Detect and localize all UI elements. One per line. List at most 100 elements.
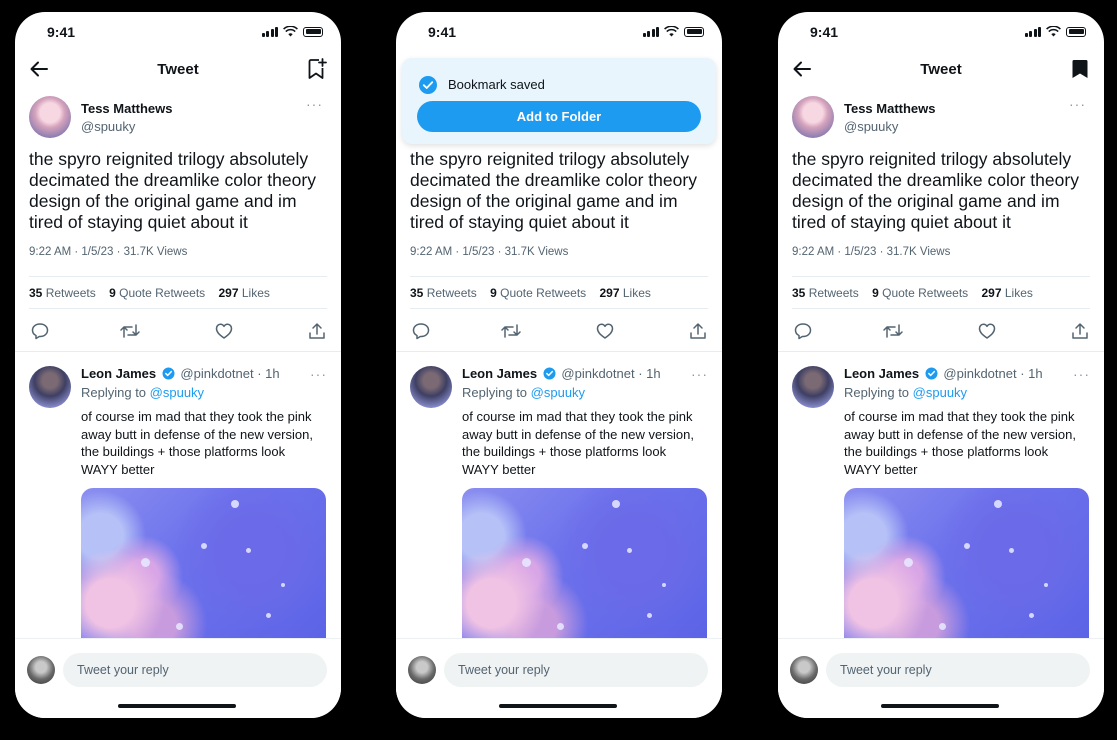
tweet-text: the spyro reignited trilogy absolutely d… (792, 149, 1079, 232)
bookmark-filled-icon[interactable] (1070, 58, 1090, 80)
reply-header: Leon James @pinkdotnet · 1h (462, 366, 661, 381)
divider (29, 276, 327, 277)
share-icon[interactable] (1071, 322, 1089, 340)
heart-icon[interactable] (596, 322, 614, 340)
replying-to: Replying to @spuuky (462, 385, 586, 400)
home-indicator (499, 704, 617, 708)
reply-image[interactable] (844, 488, 1089, 648)
tweet-text: the spyro reignited trilogy absolutely d… (410, 149, 697, 232)
reply-author-handle[interactable]: @pinkdotnet (943, 366, 1016, 381)
retweet-icon[interactable] (120, 322, 140, 340)
author-handle[interactable]: @spuuky (81, 119, 135, 134)
more-icon[interactable]: ··· (691, 366, 708, 382)
divider (792, 308, 1090, 309)
mention-link[interactable]: @spuuky (913, 385, 967, 400)
wifi-icon (1046, 26, 1061, 37)
signal-icon (1024, 26, 1041, 37)
tweet-actions (410, 322, 708, 344)
avatar[interactable] (410, 366, 452, 408)
reply-image[interactable] (81, 488, 326, 648)
quote-retweets-stat[interactable]: 9 Quote Retweets (109, 286, 205, 300)
divider (396, 351, 722, 352)
phone-screen-bookmarked: 9:41 Tweet Tess Matthews @spuuky ··· the… (778, 12, 1104, 718)
toast-message: Bookmark saved (448, 77, 545, 92)
avatar[interactable] (792, 366, 834, 408)
tweet-stats: 35 Retweets 9 Quote Retweets 297 Likes (410, 286, 708, 300)
reply-time: · 1h (638, 366, 661, 381)
retweets-stat[interactable]: 35 Retweets (792, 286, 859, 300)
avatar[interactable] (29, 96, 71, 138)
avatar[interactable] (29, 366, 71, 408)
reply-input[interactable]: Tweet your reply (826, 653, 1090, 687)
status-time: 9:41 (47, 24, 76, 40)
avatar (408, 656, 436, 684)
mention-link[interactable]: @spuuky (150, 385, 204, 400)
status-time: 9:41 (810, 24, 839, 40)
divider (778, 351, 1104, 352)
quote-retweets-stat[interactable]: 9 Quote Retweets (872, 286, 968, 300)
share-icon[interactable] (689, 322, 707, 340)
battery-icon (303, 26, 323, 37)
reply-icon[interactable] (412, 322, 430, 340)
replying-to: Replying to @spuuky (81, 385, 205, 400)
retweet-icon[interactable] (883, 322, 903, 340)
reply-icon[interactable] (794, 322, 812, 340)
more-icon[interactable]: ··· (310, 366, 327, 382)
reply-author-handle[interactable]: @pinkdotnet (561, 366, 634, 381)
signal-icon (642, 26, 659, 37)
share-icon[interactable] (308, 322, 326, 340)
author-handle[interactable]: @spuuky (844, 119, 898, 134)
signal-icon (261, 26, 278, 37)
divider (410, 308, 708, 309)
home-indicator (881, 704, 999, 708)
reply-header: Leon James @pinkdotnet · 1h (81, 366, 280, 381)
retweets-stat[interactable]: 35 Retweets (410, 286, 477, 300)
divider (792, 276, 1090, 277)
reply-text: of course im mad that they took the pink… (462, 409, 694, 477)
more-icon[interactable]: ··· (1073, 366, 1090, 382)
author-name[interactable]: Tess Matthews (81, 101, 173, 116)
reply-input[interactable]: Tweet your reply (63, 653, 327, 687)
likes-stat[interactable]: 297 Likes (982, 286, 1033, 300)
reply-icon[interactable] (31, 322, 49, 340)
reply-author-name[interactable]: Leon James (844, 366, 919, 381)
more-icon[interactable]: ··· (306, 96, 323, 112)
tweet-meta: 9:22 AM · 1/5/23 · 31.7K Views (792, 246, 951, 258)
reply-image[interactable] (462, 488, 707, 648)
more-icon[interactable]: ··· (1069, 96, 1086, 112)
divider (410, 276, 708, 277)
phone-screen-toast: 9:41 the spyro reignited trilogy absolut… (396, 12, 722, 718)
verified-badge-icon (543, 367, 556, 380)
heart-icon[interactable] (215, 322, 233, 340)
status-bar: 9:41 (15, 12, 341, 52)
reply-input[interactable]: Tweet your reply (444, 653, 708, 687)
reply-header: Leon James @pinkdotnet · 1h (844, 366, 1043, 381)
bookmark-plus-icon[interactable] (307, 58, 327, 80)
reply-author-name[interactable]: Leon James (81, 366, 156, 381)
add-to-folder-button[interactable]: Add to Folder (417, 101, 701, 132)
mention-link[interactable]: @spuuky (531, 385, 585, 400)
divider (15, 351, 341, 352)
status-bar: 9:41 (396, 12, 722, 52)
avatar[interactable] (792, 96, 834, 138)
tweet-author: Tess Matthews @spuuky ··· (29, 96, 327, 140)
reply-author-name[interactable]: Leon James (462, 366, 537, 381)
likes-stat[interactable]: 297 Likes (219, 286, 270, 300)
tweet-actions (792, 322, 1090, 344)
heart-icon[interactable] (978, 322, 996, 340)
avatar (790, 656, 818, 684)
reply-text: of course im mad that they took the pink… (81, 409, 313, 477)
retweets-stat[interactable]: 35 Retweets (29, 286, 96, 300)
reply-author-handle[interactable]: @pinkdotnet (180, 366, 253, 381)
retweet-icon[interactable] (501, 322, 521, 340)
home-indicator (118, 704, 236, 708)
likes-stat[interactable]: 297 Likes (600, 286, 651, 300)
page-title: Tweet (920, 61, 962, 78)
check-circle-icon (419, 76, 437, 94)
quote-retweets-stat[interactable]: 9 Quote Retweets (490, 286, 586, 300)
author-name[interactable]: Tess Matthews (844, 101, 936, 116)
wifi-icon (283, 26, 298, 37)
top-nav: Tweet (15, 56, 341, 86)
tweet-stats: 35 Retweets 9 Quote Retweets 297 Likes (792, 286, 1090, 300)
divider (29, 308, 327, 309)
